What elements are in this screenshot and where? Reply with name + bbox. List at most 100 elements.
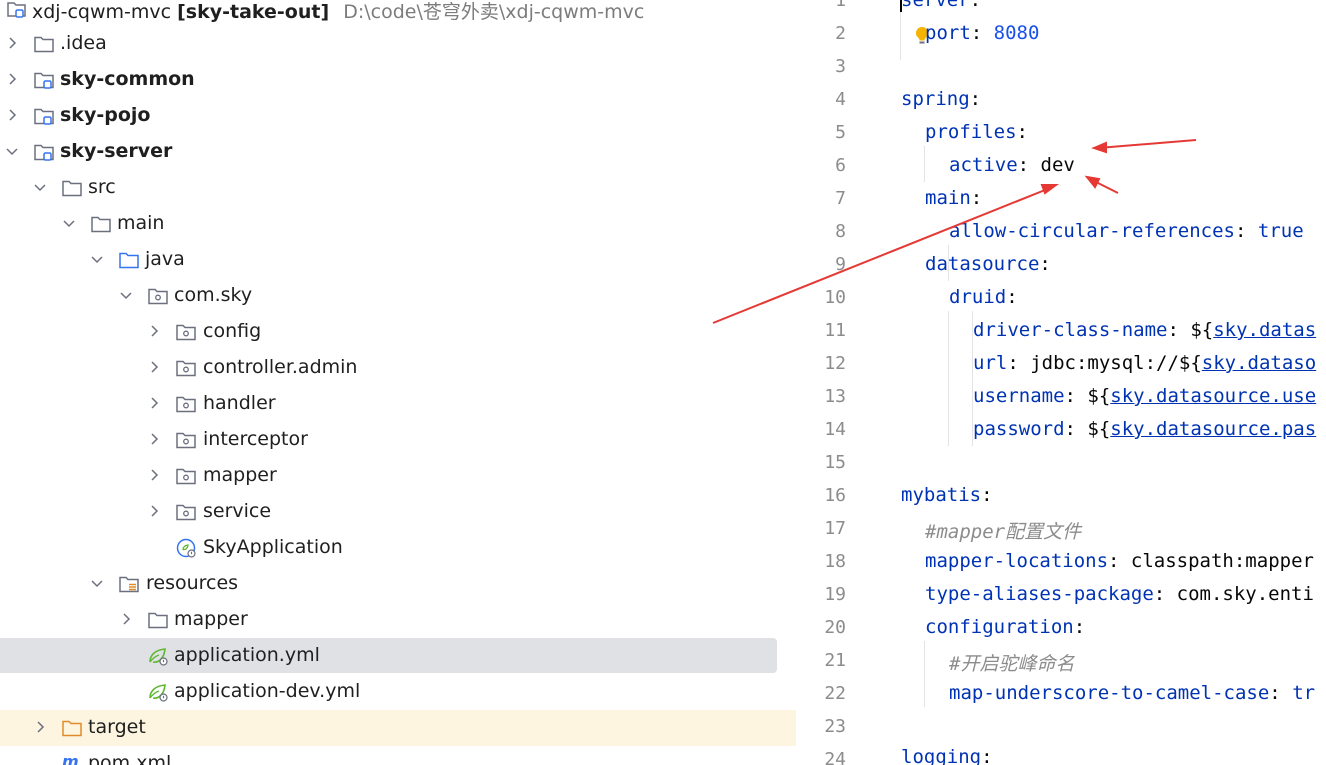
chevron-down-icon[interactable] [5,143,19,157]
tree-row-interceptor[interactable]: interceptor [0,422,796,458]
indent-guide [948,311,949,446]
text-caret [900,0,902,12]
code-line-22[interactable]: map-underscore-to-camel-case: tr [949,682,1315,704]
tree-row-java[interactable]: java [0,242,796,278]
spring-yaml-icon [147,645,169,667]
code-line-20[interactable]: configuration: [925,616,1085,638]
tree-label: src [88,176,116,198]
tree-label: mapper [203,464,277,486]
code-line-12[interactable]: url: jdbc:mysql://${sky.dataso [973,352,1316,374]
chevron-down-icon[interactable] [62,215,76,229]
tree-row-handler[interactable]: handler [0,386,796,422]
tree-row-mapper-package[interactable]: mapper [0,458,796,494]
chevron-down-icon[interactable] [90,575,104,589]
tree-row-sky-application[interactable]: SkyApplication [0,530,796,566]
code-line-11[interactable]: driver-class-name: ${sky.datas [973,319,1316,341]
chevron-down-icon[interactable] [90,251,104,265]
chevron-down-icon[interactable] [119,287,133,301]
line-number: 18 [824,551,846,572]
folder-icon [90,213,112,235]
package-icon [175,429,197,451]
code-line-4[interactable]: spring: [901,88,981,110]
chevron-right-icon[interactable] [147,467,161,481]
code-line-16[interactable]: mybatis: [901,484,993,506]
tree-label: mapper [174,608,248,630]
root-path: D:\code\苍穹外卖\xdj-cqwm-mvc [343,1,645,23]
tree-label: service [203,500,272,522]
code-line-6[interactable]: active: dev [949,154,1075,176]
code-line-18[interactable]: mapper-locations: classpath:mapper [925,550,1314,572]
code-line-14[interactable]: password: ${sky.datasource.pas [973,418,1316,440]
tree-row-sky-common[interactable]: sky-common [0,62,796,98]
chevron-right-icon[interactable] [147,323,161,337]
tree-row-main[interactable]: main [0,206,796,242]
selection-highlight [0,638,777,673]
tree-row-mapper-folder[interactable]: mapper [0,602,796,638]
chevron-right-icon[interactable] [119,611,133,625]
tree-row-application-yml[interactable]: application.yml [0,637,796,673]
tree-label: interceptor [203,428,308,450]
line-number: 7 [835,188,846,209]
code-line-17-comment[interactable]: #mapper配置文件 [925,517,1081,544]
svg-text:m: m [62,752,79,765]
code-line-24[interactable]: logging: [901,746,993,765]
tree-row-controller-admin[interactable]: controller.admin [0,350,796,386]
tree-row-src[interactable]: src [0,170,796,206]
module-folder-icon [33,141,55,163]
code-line-13[interactable]: username: ${sky.datasource.use [973,385,1316,407]
chevron-right-icon[interactable] [5,107,19,121]
excluded-folder-icon [61,717,83,739]
chevron-right-icon[interactable] [147,503,161,517]
source-folder-icon [118,249,140,271]
tree-row-config[interactable]: config [0,314,796,350]
chevron-right-icon[interactable] [5,71,19,85]
code-line-2[interactable]: port: 8080 [925,22,1039,44]
module-folder-icon [33,105,55,127]
spring-yaml-icon [147,681,169,703]
tree-row-sky-pojo[interactable]: sky-pojo [0,98,796,134]
code-line-9[interactable]: datasource: [925,253,1051,275]
code-line-19[interactable]: type-aliases-package: com.sky.enti [925,583,1314,605]
tree-label: target [88,716,146,738]
package-icon [175,357,197,379]
yaml-editor[interactable]: 1 server: 2 port: 8080 3 4 spring: 5 pro… [796,0,1326,765]
chevron-right-icon[interactable] [147,431,161,445]
code-line-7[interactable]: main: [925,187,982,209]
chevron-right-icon[interactable] [5,35,19,49]
code-line-5[interactable]: profiles: [925,121,1028,143]
folder-icon [33,33,55,55]
tree-row-pom-xml[interactable]: m pom.xml [0,746,796,765]
spring-boot-app-icon [175,537,197,559]
chevron-down-icon[interactable] [33,179,47,193]
line-number: 19 [824,584,846,605]
code-line-10[interactable]: druid: [949,286,1018,308]
chevron-right-icon[interactable] [147,395,161,409]
code-line-21-comment[interactable]: #开启驼峰命名 [949,649,1074,676]
code-line-1[interactable]: server: [901,0,981,11]
tree-row-application-dev-yml[interactable]: application-dev.yml [0,674,796,710]
tree-row-target[interactable]: target [0,710,796,746]
line-number: 14 [824,419,846,440]
chevron-right-icon[interactable] [33,719,47,733]
line-number: 24 [824,749,846,765]
tree-label: java [145,248,185,270]
tree-label: pom.xml [88,752,172,765]
tree-row-idea[interactable]: .idea [0,26,796,62]
chevron-right-icon[interactable] [147,359,161,373]
tree-row-service[interactable]: service [0,494,796,530]
package-icon [147,285,169,307]
tree-row-com-sky[interactable]: com.sky [0,278,796,314]
tree-row-root[interactable]: xdj-cqwm-mvc [sky-take-out] D:\code\苍穹外卖… [0,0,796,27]
line-number: 13 [824,386,846,407]
line-number: 9 [835,254,846,275]
tree-label: SkyApplication [203,536,343,558]
tree-row-resources[interactable]: resources [0,566,796,602]
code-line-8[interactable]: allow-circular-references: true [949,220,1304,242]
line-number: 4 [835,89,846,110]
line-number: 15 [824,452,846,473]
package-icon [175,465,197,487]
line-number: 17 [824,518,846,539]
tree-row-sky-server[interactable]: sky-server [0,134,796,170]
line-number: 12 [824,353,846,374]
line-number: 10 [824,287,846,308]
